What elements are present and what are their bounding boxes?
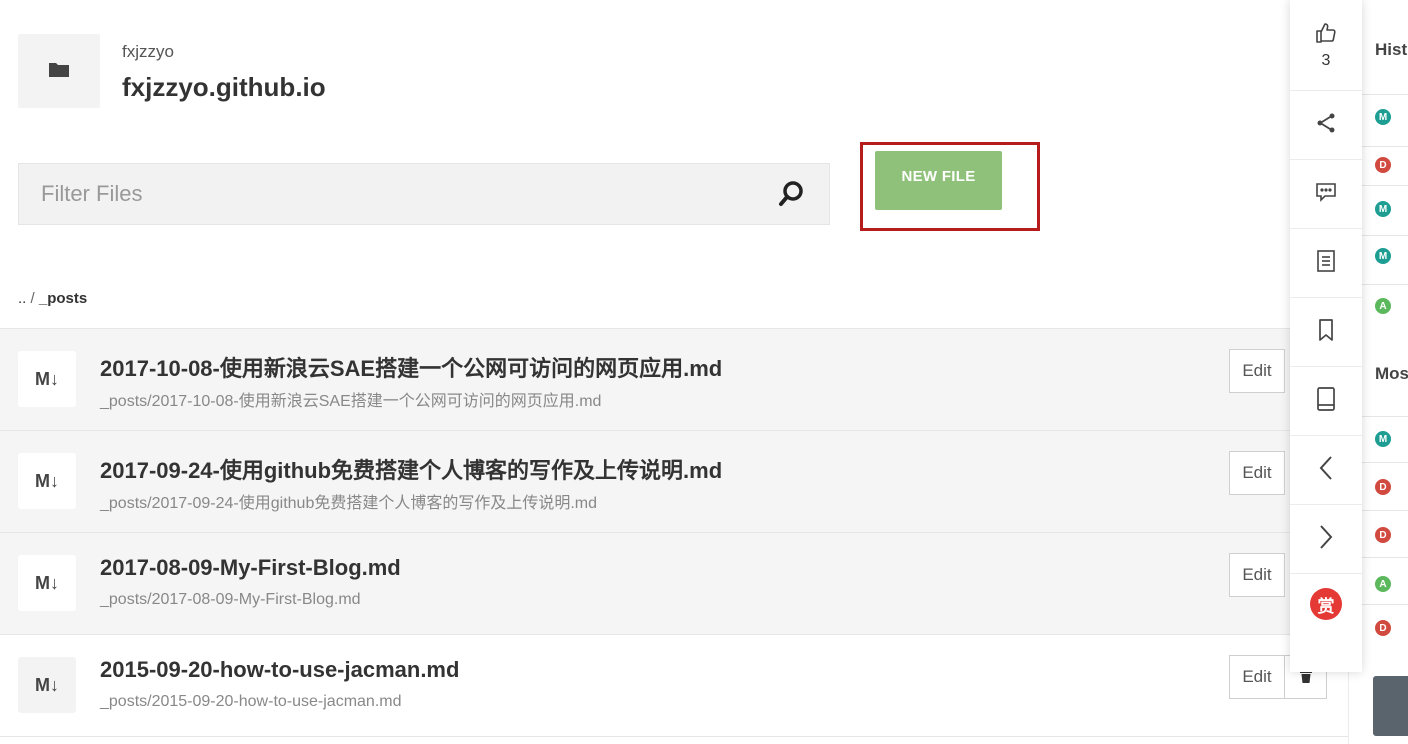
added-status-icon[interactable]: A [1375, 298, 1391, 314]
outline-button[interactable] [1290, 229, 1362, 298]
reward-icon: 赏 [1310, 588, 1342, 620]
added-status-icon[interactable]: A [1375, 576, 1391, 592]
markdown-icon: M↓ [18, 657, 76, 713]
modified-status-icon[interactable]: M [1375, 431, 1391, 447]
chevron-left-icon [1318, 455, 1334, 486]
file-path: _posts/2017-08-09-My-First-Blog.md [100, 591, 361, 608]
tablet-icon [1316, 386, 1336, 416]
file-title[interactable]: 2017-08-09-My-First-Blog.md [100, 555, 401, 581]
breadcrumb-current-dir: _posts [38, 290, 88, 307]
document-icon [1316, 249, 1336, 277]
deleted-status-icon[interactable]: D [1375, 527, 1391, 543]
history-action-button[interactable] [1373, 676, 1408, 736]
file-path: _posts/2017-10-08-使用新浪云SAE搭建一个公网可访问的网页应用… [100, 393, 602, 410]
bookmark-icon [1317, 318, 1335, 346]
mobile-view-button[interactable] [1290, 367, 1362, 436]
edit-button[interactable]: Edit [1229, 553, 1285, 597]
bookmark-button[interactable] [1290, 298, 1362, 367]
filter-files-input[interactable] [19, 180, 775, 208]
file-row[interactable]: M↓ 2017-10-08-使用新浪云SAE搭建一个公网可访问的网页应用.md … [0, 329, 1348, 431]
history-heading: Hist [1375, 40, 1408, 59]
share-icon [1314, 111, 1338, 140]
new-file-button[interactable]: NEW FILE [875, 151, 1002, 210]
breadcrumb-parent-link[interactable]: .. [18, 290, 26, 307]
modified-status-icon[interactable]: M [1375, 109, 1391, 125]
file-row[interactable]: M↓ 2017-08-09-My-First-Blog.md _posts/20… [0, 533, 1348, 635]
file-row[interactable]: M↓ 2015-09-20-how-to-use-jacman.md _post… [0, 635, 1348, 737]
file-list: M↓ 2017-10-08-使用新浪云SAE搭建一个公网可访问的网页应用.md … [0, 328, 1348, 737]
next-button[interactable] [1290, 505, 1362, 574]
markdown-icon: M↓ [18, 555, 76, 611]
edit-button[interactable]: Edit [1229, 451, 1285, 495]
comment-icon [1315, 181, 1337, 208]
deleted-status-icon[interactable]: D [1375, 620, 1391, 636]
breadcrumb-separator: / [30, 290, 35, 307]
markdown-icon: M↓ [18, 453, 76, 509]
floating-toolbar: 3 赏 [1290, 0, 1362, 672]
deleted-status-icon[interactable]: D [1375, 479, 1391, 495]
file-path: _posts/2017-09-24-使用github免费搭建个人博客的写作及上传… [100, 495, 598, 512]
filter-files-field [18, 163, 830, 225]
share-button[interactable] [1290, 91, 1362, 160]
comment-button[interactable] [1290, 160, 1362, 229]
modified-status-icon[interactable]: M [1375, 248, 1391, 264]
most-heading: Mos [1375, 364, 1408, 383]
file-path: _posts/2015-09-20-how-to-use-jacman.md [100, 693, 402, 710]
chevron-right-icon [1318, 524, 1334, 555]
repo-owner[interactable]: fxjzzyo [122, 42, 174, 62]
modified-status-icon[interactable]: M [1375, 201, 1391, 217]
breadcrumb: .. / _posts [18, 290, 87, 307]
previous-button[interactable] [1290, 436, 1362, 505]
file-title[interactable]: 2017-10-08-使用新浪云SAE搭建一个公网可访问的网页应用.md [100, 351, 722, 383]
deleted-status-icon[interactable]: D [1375, 157, 1391, 173]
edit-button[interactable]: Edit [1229, 349, 1285, 393]
like-count: 3 [1321, 51, 1331, 69]
file-row[interactable]: M↓ 2017-09-24-使用github免费搭建个人博客的写作及上传说明.m… [0, 431, 1348, 533]
file-title[interactable]: 2015-09-20-how-to-use-jacman.md [100, 657, 459, 683]
folder-icon [49, 61, 69, 82]
search-icon[interactable] [775, 177, 809, 211]
file-title[interactable]: 2017-09-24-使用github免费搭建个人博客的写作及上传说明.md [100, 453, 722, 485]
markdown-icon: M↓ [18, 351, 76, 407]
thumbs-up-icon [1314, 21, 1338, 50]
reward-button[interactable]: 赏 [1290, 574, 1362, 634]
edit-button[interactable]: Edit [1229, 655, 1285, 699]
repo-name[interactable]: fxjzzyo.github.io [122, 72, 326, 103]
repo-icon-box [18, 34, 100, 108]
like-button[interactable]: 3 [1290, 0, 1362, 91]
